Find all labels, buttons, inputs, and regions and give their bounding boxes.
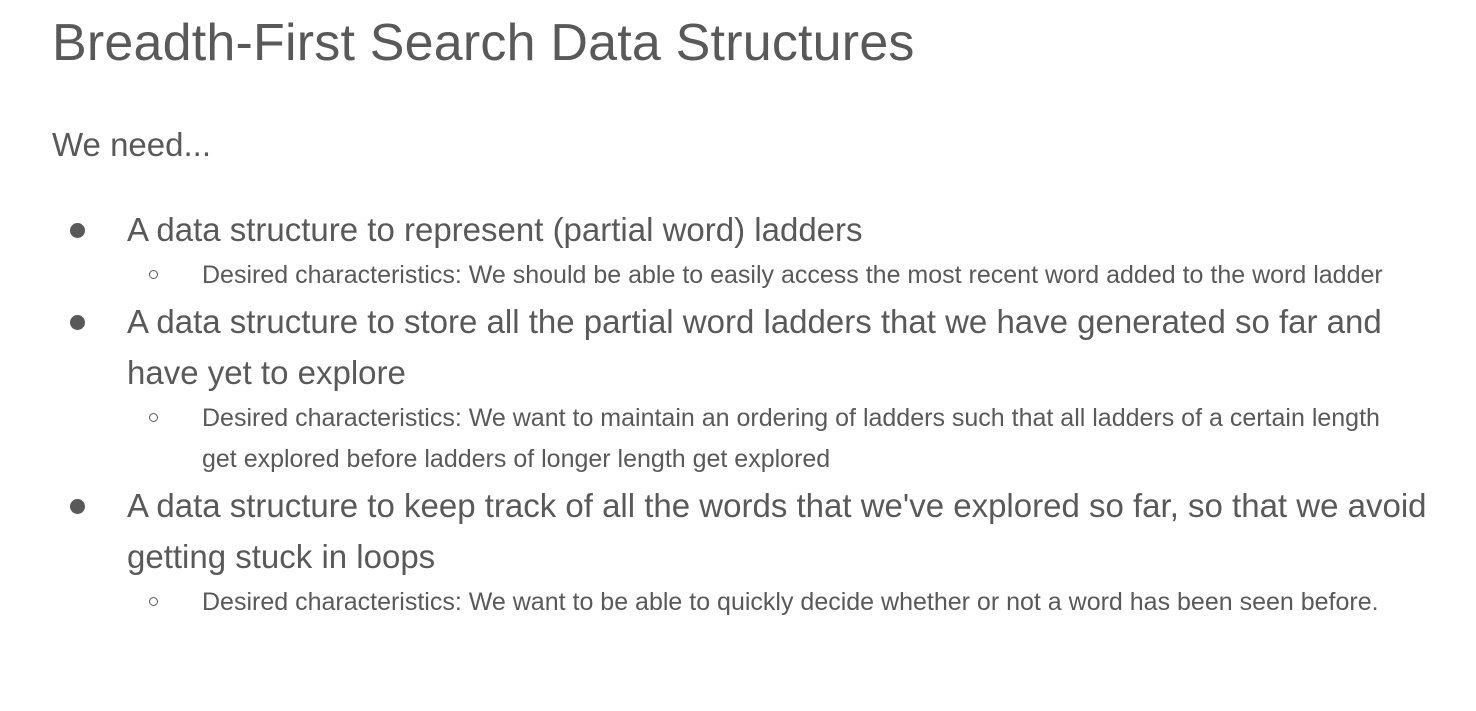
hollow-circle-bullet-icon: [149, 270, 158, 279]
sub-bullet-container: Desired characteristics: We want to be a…: [0, 582, 1476, 623]
bullet-item: A data structure to represent (partial w…: [0, 204, 1476, 296]
bullet-item: A data structure to keep track of all th…: [0, 480, 1476, 623]
filled-circle-bullet-icon: [70, 315, 85, 330]
intro-text: We need...: [52, 126, 211, 163]
bullet-text-container: A data structure to keep track of all th…: [0, 480, 1476, 582]
sub-bullet-text: Desired characteristics: We should be ab…: [202, 261, 1383, 289]
sub-bullet-text: Desired characteristics: We want to main…: [202, 404, 1380, 473]
bullet-list: A data structure to represent (partial w…: [0, 204, 1476, 623]
filled-circle-bullet-icon: [70, 223, 85, 238]
bullet-text: A data structure to represent (partial w…: [127, 211, 863, 248]
hollow-circle-bullet-icon: [149, 413, 158, 422]
filled-circle-bullet-icon: [70, 499, 85, 514]
sub-bullet-container: Desired characteristics: We want to main…: [0, 398, 1476, 480]
hollow-circle-bullet-icon: [149, 597, 158, 606]
bullet-text: A data structure to store all the partia…: [127, 303, 1382, 391]
bullet-text: A data structure to keep track of all th…: [127, 487, 1427, 575]
slide-title: Breadth-First Search Data Structures: [52, 14, 915, 72]
bullet-item: A data structure to store all the partia…: [0, 296, 1476, 480]
sub-bullet-container: Desired characteristics: We should be ab…: [0, 255, 1476, 296]
slide: Breadth-First Search Data Structures We …: [0, 0, 1476, 711]
sub-bullet-text: Desired characteristics: We want to be a…: [202, 588, 1379, 616]
bullet-text-container: A data structure to store all the partia…: [0, 296, 1476, 398]
bullet-text-container: A data structure to represent (partial w…: [0, 204, 1476, 255]
